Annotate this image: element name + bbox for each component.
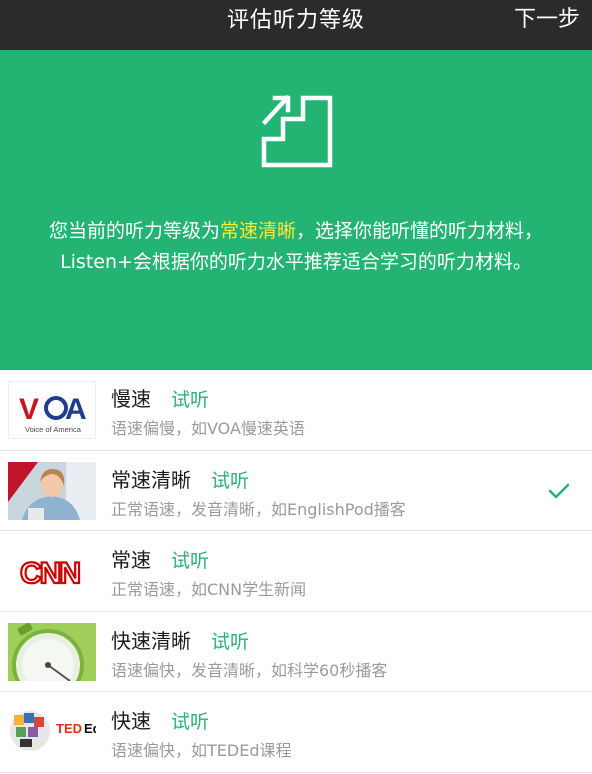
stopwatch-image xyxy=(8,622,96,681)
level-title-text: 常速清晰 xyxy=(111,467,191,492)
level-option-normal-clear[interactable]: 常速清晰 试听 正常语速，发音清晰，如EnglishPod播客 xyxy=(0,450,592,531)
voa-caption: Voice of America xyxy=(25,425,82,434)
try-listen-link[interactable]: 试听 xyxy=(211,470,249,492)
ted-ed-logo: TED Ed xyxy=(8,703,96,761)
voa-logo: V A Voice of America xyxy=(8,381,96,439)
svg-text:CNN: CNN xyxy=(20,557,79,590)
level-option-slow[interactable]: V A Voice of America 慢速 试听 语速偏慢，如VOA慢速英语 xyxy=(0,370,592,451)
level-option-fast-clear[interactable]: 快速清晰 试听 语速偏快，发音清晰，如科学60秒播客 xyxy=(0,611,592,692)
level-desc: 正常语速，发音清晰，如EnglishPod播客 xyxy=(111,499,406,519)
level-title: 常速清晰 试听 xyxy=(111,464,249,493)
level-desc: 语速偏快，发音清晰，如科学60秒播客 xyxy=(111,660,388,680)
stairs-arrow-icon xyxy=(261,94,333,168)
try-listen-link[interactable]: 试听 xyxy=(171,389,209,411)
current-level-highlight: 常速清晰 xyxy=(219,220,296,242)
level-desc: 语速偏快，如TEDEd课程 xyxy=(111,741,292,760)
level-title: 慢速 试听 xyxy=(111,383,209,412)
svg-text:A: A xyxy=(65,393,87,426)
level-title: 常速 试听 xyxy=(111,544,209,573)
try-listen-link[interactable]: 试听 xyxy=(171,550,209,572)
page-title: 评估听力等级 xyxy=(226,8,365,33)
checkmark-icon xyxy=(548,483,570,498)
level-title-text: 快速清晰 xyxy=(111,628,191,653)
level-desc: 语速偏慢，如VOA慢速英语 xyxy=(111,419,305,438)
cnn-logo: CNN xyxy=(8,542,96,600)
level-title-text: 慢速 xyxy=(111,387,151,411)
level-description: 您当前的听力等级为常速清晰，选择你能听懂的听力材料，Listen+会根据你的听力… xyxy=(24,216,568,278)
level-desc: 正常语速，如CNN学生新闻 xyxy=(111,580,307,599)
try-listen-link[interactable]: 试听 xyxy=(211,631,249,653)
level-list: V A Voice of America 慢速 试听 语速偏慢，如VOA慢速英语 … xyxy=(0,370,592,773)
next-step-button[interactable]: 下一步 xyxy=(514,0,580,42)
svg-text:TED: TED xyxy=(56,721,82,736)
navbar: 评估听力等级 下一步 xyxy=(0,0,592,50)
try-listen-link[interactable]: 试听 xyxy=(171,711,209,733)
level-title: 快速清晰 试听 xyxy=(111,625,249,654)
level-option-fast[interactable]: TED Ed 快速试听 语速偏快，如TEDEd课程 xyxy=(0,692,592,773)
level-title-text: 快速 xyxy=(111,709,151,733)
hero-banner: 您当前的听力等级为常速清晰，选择你能听懂的听力材料，Listen+会根据你的听力… xyxy=(0,50,592,370)
level-title: 快速 试听 xyxy=(111,705,209,734)
svg-text:V: V xyxy=(19,393,39,426)
level-option-normal[interactable]: CNN 常速 试听 正常语速，如CNN学生新闻 xyxy=(0,531,592,612)
level-title-text: 常速 xyxy=(111,548,151,572)
hero-text-before: 您当前的听力等级为 xyxy=(48,220,220,242)
svg-text:Ed: Ed xyxy=(84,721,96,736)
woman-photo xyxy=(8,461,96,520)
